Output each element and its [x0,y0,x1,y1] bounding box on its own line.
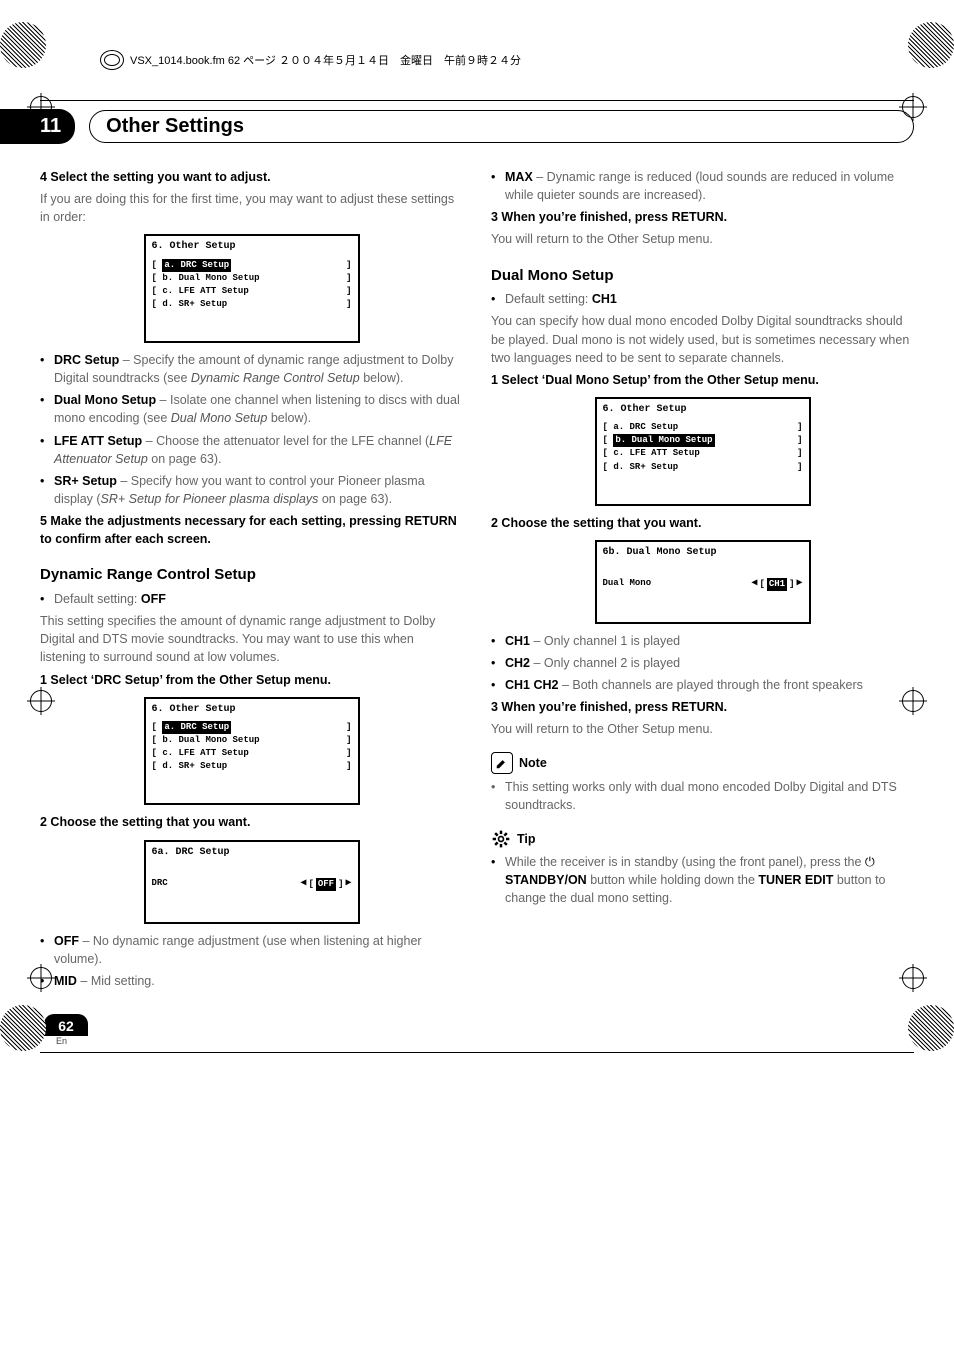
default-setting: Default setting: OFF [40,590,463,608]
register-mark-icon [902,96,924,118]
header-rule [40,100,914,101]
crop-mark-br [908,1005,954,1051]
list-item: Dual Mono Setup – Isolate one channel wh… [40,391,463,427]
step-3-heading: 3 When you’re finished, press RETURN. [491,208,914,226]
tip-text: While the receiver is in standby (using … [491,853,914,907]
dm-step-1: 1 Select ‘Dual Mono Setup’ from the Othe… [491,371,914,389]
list-item: LFE ATT Setup – Choose the attenuator le… [40,432,463,468]
step-4-heading: 4 Select the setting you want to adjust. [40,168,463,186]
list-item: SR+ Setup – Specify how you want to cont… [40,472,463,508]
page-number: 62 [44,1014,88,1036]
osd-other-setup-2: 6. Other Setup [ a. DRC Setup] [ b. Dual… [144,697,360,806]
footer-rule [40,1052,914,1053]
note-text: This setting works only with dual mono e… [491,778,914,814]
list-item: OFF – No dynamic range adjustment (use w… [40,932,463,968]
register-mark-icon [30,96,52,118]
drc-step-2: 2 Choose the setting that you want. [40,813,463,831]
list-item: CH1 – Only channel 1 is played [491,632,914,650]
gear-icon [491,829,511,849]
crop-mark-bl [0,1005,46,1051]
list-item: DRC Setup – Specify the amount of dynami… [40,351,463,387]
drc-step-1: 1 Select ‘DRC Setup’ from the Other Setu… [40,671,463,689]
tip-heading: Tip [517,830,536,848]
drc-setup-heading: Dynamic Range Control Setup [40,564,463,586]
osd-title: 6. Other Setup [152,240,352,255]
list-item: CH2 – Only channel 2 is played [491,654,914,672]
header-filename: VSX_1014.book.fm 62 ページ ２００４年５月１４日 金曜日 午… [130,52,521,68]
note-heading: Note [519,754,547,772]
page-language: En [56,1036,914,1046]
dm-step-2: 2 Choose the setting that you want. [491,514,914,532]
register-mark-icon [30,690,52,712]
dm-desc: You can specify how dual mono encoded Do… [491,312,914,366]
drc-desc: This setting specifies the amount of dyn… [40,612,463,666]
step-3b-text: You will return to the Other Setup menu. [491,720,914,738]
step-4-text: If you are doing this for the first time… [40,190,463,226]
step-3-text: You will return to the Other Setup menu. [491,230,914,248]
crop-mark-tl [0,22,46,68]
list-item: CH1 CH2 – Both channels are played throu… [491,676,914,694]
chapter-title: Other Settings [89,110,914,143]
dual-mono-heading: Dual Mono Setup [491,265,914,287]
crop-mark-tr [908,22,954,68]
book-icon [100,50,124,70]
page-header: VSX_1014.book.fm 62 ページ ２００４年５月１４日 金曜日 午… [100,50,914,70]
list-item: MID – Mid setting. [40,972,463,990]
pencil-icon [491,752,513,774]
default-setting: Default setting: CH1 [491,290,914,308]
step-3b-heading: 3 When you’re finished, press RETURN. [491,698,914,716]
list-item: MAX – Dynamic range is reduced (loud sou… [491,168,914,204]
osd-other-setup-3: 6. Other Setup [ a. DRC Setup] [ b. Dual… [595,397,811,506]
osd-other-setup-1: 6. Other Setup [ a. DRC Setup] [ b. Dual… [144,234,360,343]
osd-drc-setup: 6a. DRC Setup DRC ◀[ OFF ]▶ [144,840,360,924]
step-5-heading: 5 Make the adjustments necessary for eac… [40,512,463,548]
register-mark-icon [902,967,924,989]
osd-dual-mono: 6b. Dual Mono Setup Dual Mono ◀[ CH1 ]▶ [595,540,811,624]
